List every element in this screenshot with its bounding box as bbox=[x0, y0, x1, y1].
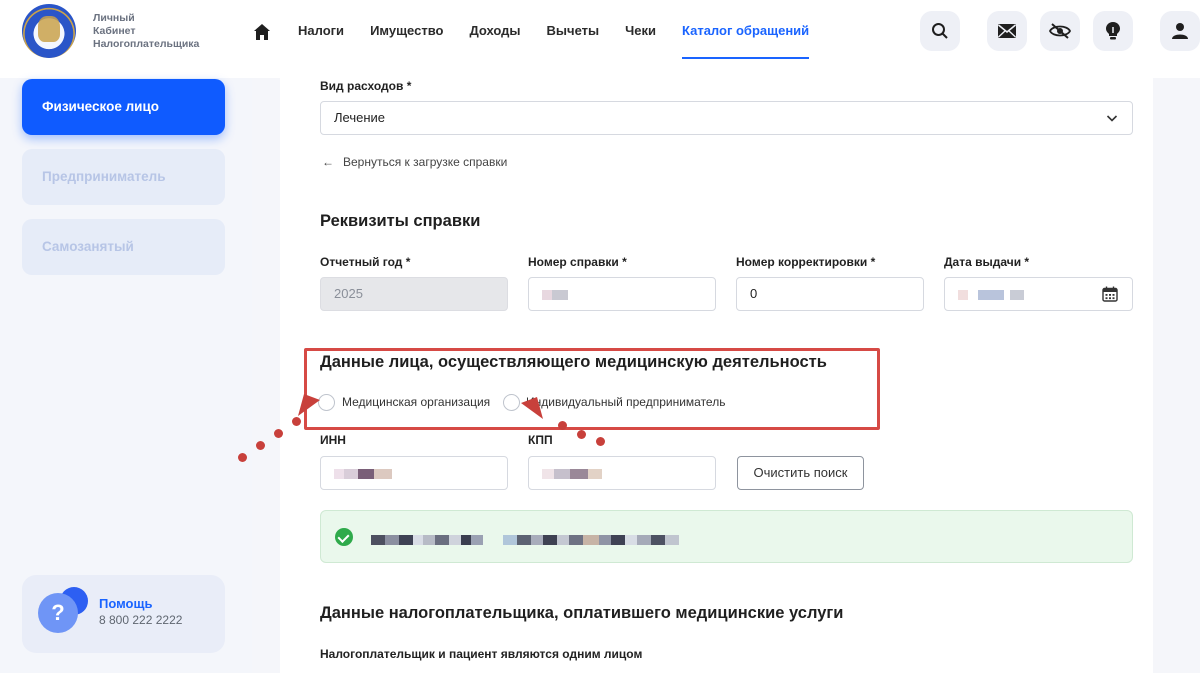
back-link-text: Вернуться к загрузке справки bbox=[343, 155, 508, 169]
help-question-icon: ? bbox=[38, 593, 78, 633]
redacted-value bbox=[978, 289, 1004, 300]
annotation-dot bbox=[558, 421, 567, 430]
nav-receipts[interactable]: Чеки bbox=[625, 0, 656, 62]
expense-type-value: Лечение bbox=[334, 110, 386, 125]
redacted-organization-name bbox=[371, 531, 679, 549]
brand-title[interactable]: Личный Кабинет Налогоплательщика bbox=[93, 12, 199, 51]
help-title: Помощь bbox=[99, 596, 153, 611]
search-success-alert bbox=[320, 510, 1133, 563]
sidebar-item-individual[interactable]: Физическое лицо bbox=[22, 79, 225, 135]
sidebar: Физическое лицо Предприниматель Самозаня… bbox=[0, 78, 252, 673]
redacted-value bbox=[542, 468, 554, 479]
main-nav: Налоги Имущество Доходы Вычеты Чеки Ката… bbox=[298, 0, 835, 62]
visibility-toggle-button[interactable] bbox=[1040, 11, 1080, 51]
correction-field[interactable]: 0 bbox=[736, 277, 924, 311]
brand-line-2: Кабинет bbox=[93, 25, 136, 37]
calendar-icon[interactable] bbox=[1102, 286, 1118, 302]
user-icon bbox=[1172, 23, 1188, 39]
sidebar-item-self-employed[interactable]: Самозанятый bbox=[22, 219, 225, 275]
top-header: Личный Кабинет Налогоплательщика Налоги … bbox=[0, 0, 1200, 78]
expense-type-label: Вид расходов * bbox=[320, 79, 412, 93]
brand-line-1: Личный bbox=[93, 12, 135, 24]
nav-income[interactable]: Доходы bbox=[469, 0, 520, 62]
annotation-dot bbox=[238, 453, 247, 462]
annotation-highlight-box bbox=[304, 348, 880, 430]
nav-property[interactable]: Имущество bbox=[370, 0, 443, 62]
issue-date-field[interactable] bbox=[944, 277, 1133, 311]
help-card[interactable]: ? Помощь 8 800 222 2222 bbox=[22, 575, 225, 653]
eye-off-icon bbox=[1049, 23, 1071, 39]
redacted-value bbox=[542, 289, 552, 300]
nav-taxes[interactable]: Налоги bbox=[298, 0, 344, 62]
help-phone: 8 800 222 2222 bbox=[99, 613, 183, 627]
annotation-dot bbox=[596, 437, 605, 446]
expense-type-select[interactable]: Лечение bbox=[320, 101, 1133, 135]
bulb-icon bbox=[1106, 22, 1120, 40]
profile-button[interactable] bbox=[1160, 11, 1200, 51]
mail-icon bbox=[997, 24, 1017, 38]
redacted-value bbox=[958, 289, 968, 300]
clear-search-button[interactable]: Очистить поиск bbox=[737, 456, 864, 490]
redacted-value bbox=[552, 289, 568, 300]
annotation-dot bbox=[256, 441, 265, 450]
payer-title: Данные налогоплательщика, оплатившего ме… bbox=[320, 604, 844, 622]
home-icon[interactable] bbox=[253, 23, 271, 41]
redacted-value bbox=[1010, 289, 1024, 300]
kpp-field[interactable] bbox=[528, 456, 716, 490]
cert-number-label: Номер справки * bbox=[528, 255, 627, 269]
brand-line-3: Налогоплательщика bbox=[93, 38, 200, 50]
check-circle-icon bbox=[335, 528, 353, 546]
search-icon bbox=[932, 23, 948, 39]
nav-deductions[interactable]: Вычеты bbox=[547, 0, 600, 62]
eagle-emblem-icon bbox=[38, 16, 60, 42]
annotation-arrowhead-icon bbox=[298, 394, 320, 416]
annotation-dot bbox=[274, 429, 283, 438]
annotation-dot bbox=[292, 417, 301, 426]
redacted-value bbox=[334, 468, 344, 479]
arrow-left-icon: ← bbox=[322, 155, 334, 169]
year-field: 2025 bbox=[320, 277, 508, 311]
inn-field[interactable] bbox=[320, 456, 508, 490]
kpp-label: КПП bbox=[528, 433, 553, 447]
chevron-down-icon bbox=[1106, 115, 1118, 122]
tips-button[interactable] bbox=[1093, 11, 1133, 51]
requisites-title: Реквизиты справки bbox=[320, 212, 481, 230]
search-button[interactable] bbox=[920, 11, 960, 51]
annotation-arrowhead-icon bbox=[521, 397, 543, 419]
issue-date-label: Дата выдачи * bbox=[944, 255, 1030, 269]
year-label: Отчетный год * bbox=[320, 255, 411, 269]
correction-label: Номер корректировки * bbox=[736, 255, 876, 269]
sidebar-item-entrepreneur[interactable]: Предприниматель bbox=[22, 149, 225, 205]
annotation-dot bbox=[577, 430, 586, 439]
payer-same-person-label: Налогоплательщик и пациент являются одни… bbox=[320, 647, 643, 661]
messages-button[interactable] bbox=[987, 11, 1027, 51]
cert-number-field[interactable] bbox=[528, 277, 716, 311]
back-to-upload-link[interactable]: ← Вернуться к загрузке справки bbox=[322, 155, 507, 169]
nav-appeals-catalog[interactable]: Каталог обращений bbox=[682, 0, 810, 62]
inn-label: ИНН bbox=[320, 433, 346, 447]
